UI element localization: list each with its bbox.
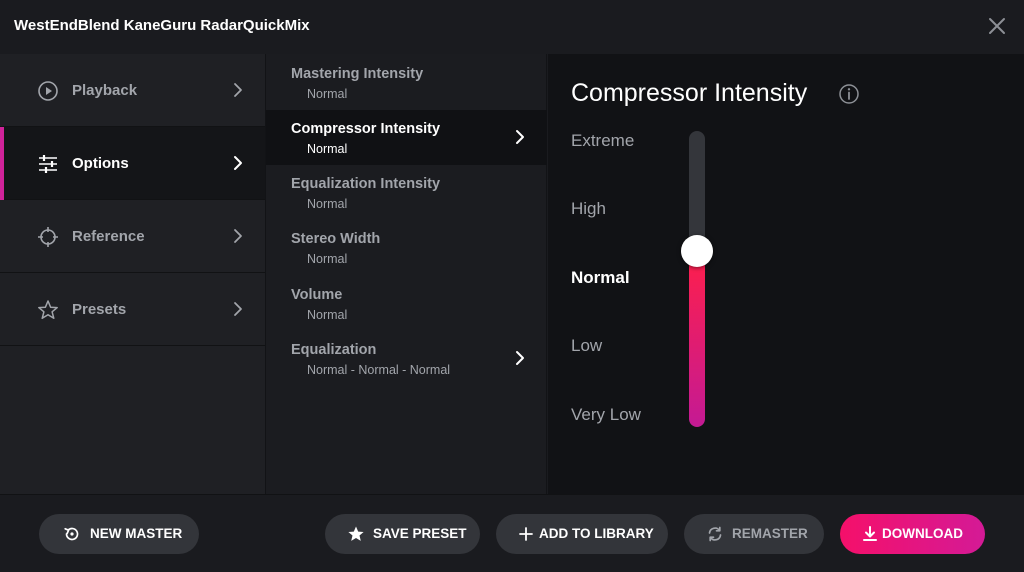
chevron-right-icon — [234, 229, 242, 243]
chevron-right-icon — [234, 83, 242, 97]
footer-toolbar: NEW MASTER SAVE PRESET ADD TO LIBRARY RE… — [0, 494, 1024, 572]
history-icon — [64, 527, 79, 541]
play-circle-icon — [38, 81, 58, 101]
info-icon[interactable] — [838, 83, 860, 105]
sidebar-item-presets[interactable]: Presets — [0, 273, 265, 346]
sidebar: Playback Options Reference Presets — [0, 54, 266, 494]
download-label: DOWNLOAD — [882, 526, 963, 541]
option-equalization[interactable]: Equalization Normal - Normal - Normal — [266, 331, 547, 386]
sidebar-item-playback[interactable]: Playback — [0, 54, 265, 127]
option-value: Normal — [307, 252, 348, 266]
option-mastering-intensity[interactable]: Mastering Intensity Normal — [266, 55, 547, 110]
level-normal[interactable]: Normal — [571, 268, 630, 288]
option-label: Compressor Intensity — [291, 121, 441, 137]
window-title: WestEndBlend KaneGuru RadarQuickMix — [14, 17, 310, 34]
add-to-library-button[interactable]: ADD TO LIBRARY — [496, 514, 668, 554]
detail-title: Compressor Intensity — [571, 79, 808, 107]
save-preset-button[interactable]: SAVE PRESET — [325, 514, 480, 554]
chevron-right-icon — [516, 130, 524, 144]
level-very-low[interactable]: Very Low — [571, 405, 641, 425]
crosshair-icon — [38, 227, 58, 247]
detail-panel: Compressor Intensity Extreme High Normal… — [548, 54, 1024, 494]
new-master-label: NEW MASTER — [90, 526, 183, 541]
main-content: Playback Options Reference Presets Maste… — [0, 54, 1024, 494]
new-master-button[interactable]: NEW MASTER — [39, 514, 199, 554]
add-to-library-label: ADD TO LIBRARY — [539, 526, 654, 541]
remaster-button[interactable]: REMASTER — [684, 514, 824, 554]
intensity-slider-fill — [689, 251, 705, 427]
star-icon — [38, 300, 58, 320]
download-icon — [863, 526, 877, 541]
chevron-right-icon — [516, 351, 524, 365]
option-stereo-width[interactable]: Stereo Width Normal — [266, 220, 547, 275]
sidebar-item-options[interactable]: Options — [0, 127, 265, 200]
option-label: Stereo Width — [291, 231, 381, 247]
option-value: Normal — [307, 308, 348, 322]
download-button[interactable]: DOWNLOAD — [840, 514, 985, 554]
intensity-slider-thumb[interactable] — [681, 235, 713, 267]
options-list: Mastering Intensity Normal Compressor In… — [266, 54, 547, 494]
sidebar-item-label: Presets — [72, 301, 127, 318]
option-label: Equalization — [291, 342, 377, 358]
save-preset-label: SAVE PRESET — [373, 526, 467, 541]
sidebar-item-label: Reference — [72, 228, 145, 245]
level-extreme[interactable]: Extreme — [571, 131, 634, 151]
remaster-label: REMASTER — [732, 526, 808, 541]
option-value: Normal — [307, 197, 348, 211]
close-icon[interactable] — [986, 15, 1008, 37]
sidebar-item-label: Playback — [72, 82, 138, 99]
sliders-icon — [39, 155, 57, 173]
option-value: Normal - Normal - Normal — [307, 363, 451, 377]
star-icon — [348, 526, 364, 541]
plus-icon — [519, 527, 533, 541]
chevron-right-icon — [234, 302, 242, 316]
option-compressor-intensity[interactable]: Compressor Intensity Normal — [266, 110, 547, 165]
option-label: Mastering Intensity — [291, 66, 424, 82]
refresh-icon — [708, 526, 722, 542]
intensity-slider-track[interactable] — [689, 131, 705, 427]
title-bar: WestEndBlend KaneGuru RadarQuickMix — [0, 0, 1024, 54]
level-high[interactable]: High — [571, 199, 606, 219]
option-label: Volume — [291, 287, 343, 303]
active-indicator — [0, 127, 4, 200]
option-label: Equalization Intensity — [291, 176, 441, 192]
option-equalization-intensity[interactable]: Equalization Intensity Normal — [266, 165, 547, 220]
option-value: Normal — [307, 142, 348, 156]
chevron-right-icon — [234, 156, 242, 170]
level-low[interactable]: Low — [571, 336, 602, 356]
option-value: Normal — [307, 87, 348, 101]
sidebar-item-reference[interactable]: Reference — [0, 200, 265, 273]
sidebar-item-label: Options — [72, 155, 129, 172]
option-volume[interactable]: Volume Normal — [266, 276, 547, 331]
